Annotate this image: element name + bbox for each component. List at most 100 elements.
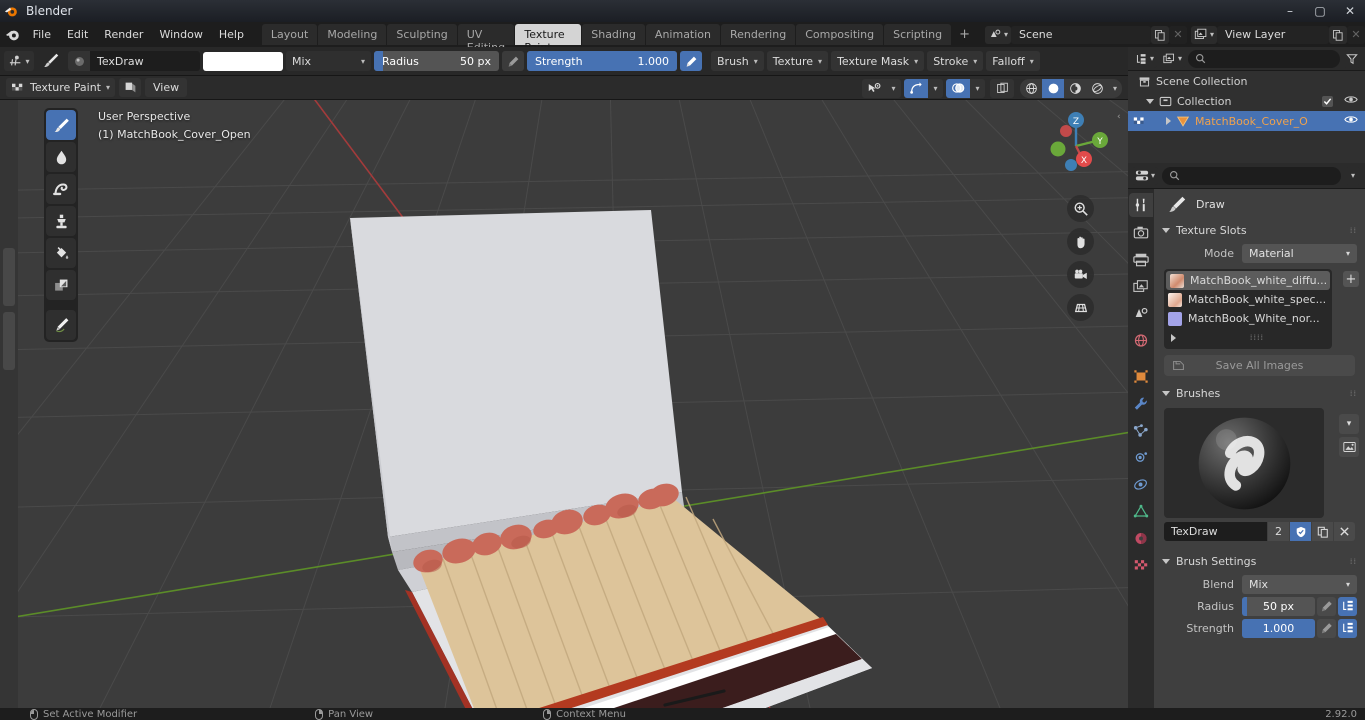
navigation-gizmo[interactable]: Z Y X: [1036, 104, 1112, 180]
brush-thumbnail-image-icon[interactable]: [1339, 437, 1359, 457]
outliner-display-mode-button[interactable]: ▾: [1160, 49, 1186, 68]
shading-chevron-down-icon[interactable]: ▾: [1108, 78, 1122, 98]
strength-slider[interactable]: 1.000: [1242, 618, 1315, 638]
brush-settings-panel-header[interactable]: Brush Settings ⁞⁞: [1154, 550, 1365, 572]
brush-preview[interactable]: [1164, 408, 1324, 518]
texture-slots-mode-dropdown[interactable]: Material ▾: [1242, 243, 1357, 263]
tool-mask-button[interactable]: [46, 270, 76, 300]
texture-slot-list[interactable]: MatchBook_white_diffu... MatchBook_white…: [1164, 269, 1332, 349]
texture-slot-item[interactable]: MatchBook_white_diffu...: [1166, 271, 1330, 290]
overlays-chevron-down-icon[interactable]: ▾: [970, 78, 985, 98]
fake-user-shield-icon[interactable]: [1290, 522, 1311, 541]
workspace-tab-layout[interactable]: Layout: [261, 24, 318, 45]
falloff-popover[interactable]: Falloff ▾: [986, 51, 1040, 71]
add-workspace-button[interactable]: +: [952, 24, 977, 45]
viewlayer-browse-button[interactable]: ▾: [1190, 25, 1217, 44]
workspace-tab-animation[interactable]: Animation: [645, 24, 721, 45]
brush-color-swatch[interactable]: [203, 51, 283, 71]
menu-edit[interactable]: Edit: [59, 25, 96, 44]
camera-view-icon[interactable]: [1067, 261, 1094, 288]
viewlayer-name-field[interactable]: View Layer: [1217, 25, 1329, 44]
brush-datablock[interactable]: TexDraw: [68, 51, 200, 71]
properties-tab-data[interactable]: [1129, 499, 1153, 523]
properties-tab-view-layer[interactable]: [1129, 274, 1153, 298]
texture-popover[interactable]: Texture ▾: [766, 51, 829, 71]
3d-viewport[interactable]: User Perspective (1) MatchBook_Cover_Ope…: [0, 100, 1128, 708]
interaction-mode-dropdown[interactable]: Texture Paint ▾: [6, 78, 115, 97]
outliner-row-collection[interactable]: Collection: [1128, 91, 1365, 111]
workspace-tab-uv-editing[interactable]: UV Editing: [457, 24, 515, 54]
properties-tab-tool[interactable]: [1129, 193, 1153, 217]
remove-viewlayer-button[interactable]: ✕: [1347, 25, 1365, 44]
shading-wireframe-icon[interactable]: [1020, 78, 1042, 98]
strength-slider[interactable]: Strength 1.000: [527, 51, 677, 71]
menu-render[interactable]: Render: [96, 25, 151, 44]
properties-search-input[interactable]: [1162, 166, 1341, 185]
outliner-search-input[interactable]: [1188, 49, 1340, 68]
texture-mask-popover[interactable]: Texture Mask ▾: [831, 51, 925, 71]
shading-solid-icon[interactable]: [1042, 78, 1064, 98]
properties-tab-output[interactable]: [1129, 247, 1153, 271]
outliner-editor-type-button[interactable]: ▾: [1132, 49, 1158, 68]
gizmo-toggle-icon[interactable]: [904, 78, 928, 98]
properties-tab-material[interactable]: [1129, 526, 1153, 550]
properties-tab-constraints[interactable]: [1129, 472, 1153, 496]
radius-unified-settings-icon[interactable]: [1338, 596, 1357, 616]
viewport-sidebar-toggle[interactable]: ‹: [1117, 112, 1125, 122]
properties-tab-scene[interactable]: [1129, 301, 1153, 325]
shading-material-preview-icon[interactable]: [1064, 78, 1086, 98]
brush-popover[interactable]: Brush ▾: [711, 51, 764, 71]
strength-pressure-pen-icon[interactable]: [1317, 618, 1336, 638]
viewport-region-toggle[interactable]: [3, 248, 15, 306]
xray-toggle-icon[interactable]: [990, 78, 1014, 98]
radius-pressure-toggle[interactable]: [502, 51, 524, 71]
save-all-images-button[interactable]: Save All Images: [1164, 355, 1355, 376]
texture-slot-list-resizer[interactable]: ⁞⁞⁞⁞: [1164, 328, 1332, 347]
stroke-popover[interactable]: Stroke ▾: [927, 51, 984, 71]
properties-tab-object[interactable]: [1129, 364, 1153, 388]
blender-menu-icon[interactable]: [0, 22, 25, 47]
gizmo-chevron-down-icon[interactable]: ▾: [928, 78, 943, 98]
outliner-row-matchbook[interactable]: MatchBook_Cover_O: [1128, 111, 1365, 131]
object-visibility-eye-icon[interactable]: [1344, 114, 1358, 128]
close-button[interactable]: ✕: [1335, 0, 1365, 22]
properties-tab-particles[interactable]: [1129, 418, 1153, 442]
toggle-perspective-icon[interactable]: [1067, 294, 1094, 321]
workspace-tab-rendering[interactable]: Rendering: [721, 24, 796, 45]
object-mode-toggle-button[interactable]: [119, 78, 141, 97]
new-viewlayer-button[interactable]: [1329, 25, 1347, 44]
texture-slot-item[interactable]: MatchBook_white_spec...: [1164, 290, 1332, 309]
properties-tab-physics[interactable]: [1129, 445, 1153, 469]
blend-mode-dropdown[interactable]: Mix ▾: [286, 51, 371, 71]
brush-users-count[interactable]: 2: [1268, 522, 1289, 541]
funnel-icon[interactable]: [1343, 49, 1361, 68]
brushes-panel-header[interactable]: Brushes ⁞⁞: [1154, 382, 1365, 404]
properties-tab-render[interactable]: [1129, 220, 1153, 244]
pan-hand-icon[interactable]: [1067, 228, 1094, 255]
strength-pressure-toggle[interactable]: [680, 51, 702, 71]
properties-tab-texture[interactable]: [1129, 553, 1153, 577]
radius-pressure-pen-icon[interactable]: [1317, 596, 1336, 616]
remove-scene-button[interactable]: ✕: [1168, 25, 1187, 44]
add-texture-slot-button[interactable]: +: [1343, 271, 1359, 287]
chevron-right-icon[interactable]: [1166, 117, 1171, 125]
workspace-tab-sculpting[interactable]: Sculpting: [387, 24, 457, 45]
workspace-tab-modeling[interactable]: Modeling: [318, 24, 387, 45]
tool-clone-button[interactable]: [46, 206, 76, 236]
brush-browse-chevron-down-icon[interactable]: ▾: [1339, 414, 1359, 434]
shading-rendered-icon[interactable]: [1086, 78, 1108, 98]
texture-slots-panel-header[interactable]: Texture Slots ⁞⁞: [1154, 219, 1365, 241]
overlays-toggle-icon[interactable]: [946, 78, 970, 98]
tool-draw-button[interactable]: [46, 110, 76, 140]
texture-slot-item[interactable]: MatchBook_White_nor...: [1164, 309, 1332, 328]
workspace-tab-compositing[interactable]: Compositing: [796, 24, 884, 45]
tool-fill-button[interactable]: [46, 238, 76, 268]
outliner-row-scene-collection[interactable]: Scene Collection: [1128, 71, 1365, 91]
workspace-tab-scripting[interactable]: Scripting: [884, 24, 952, 45]
menu-window[interactable]: Window: [151, 25, 210, 44]
blend-dropdown[interactable]: Mix ▾: [1242, 574, 1357, 594]
view-menu[interactable]: View: [145, 78, 188, 97]
radius-slider[interactable]: 50 px: [1242, 596, 1315, 616]
tool-annotate-button[interactable]: [46, 310, 76, 340]
strength-unified-settings-icon[interactable]: [1338, 618, 1357, 638]
